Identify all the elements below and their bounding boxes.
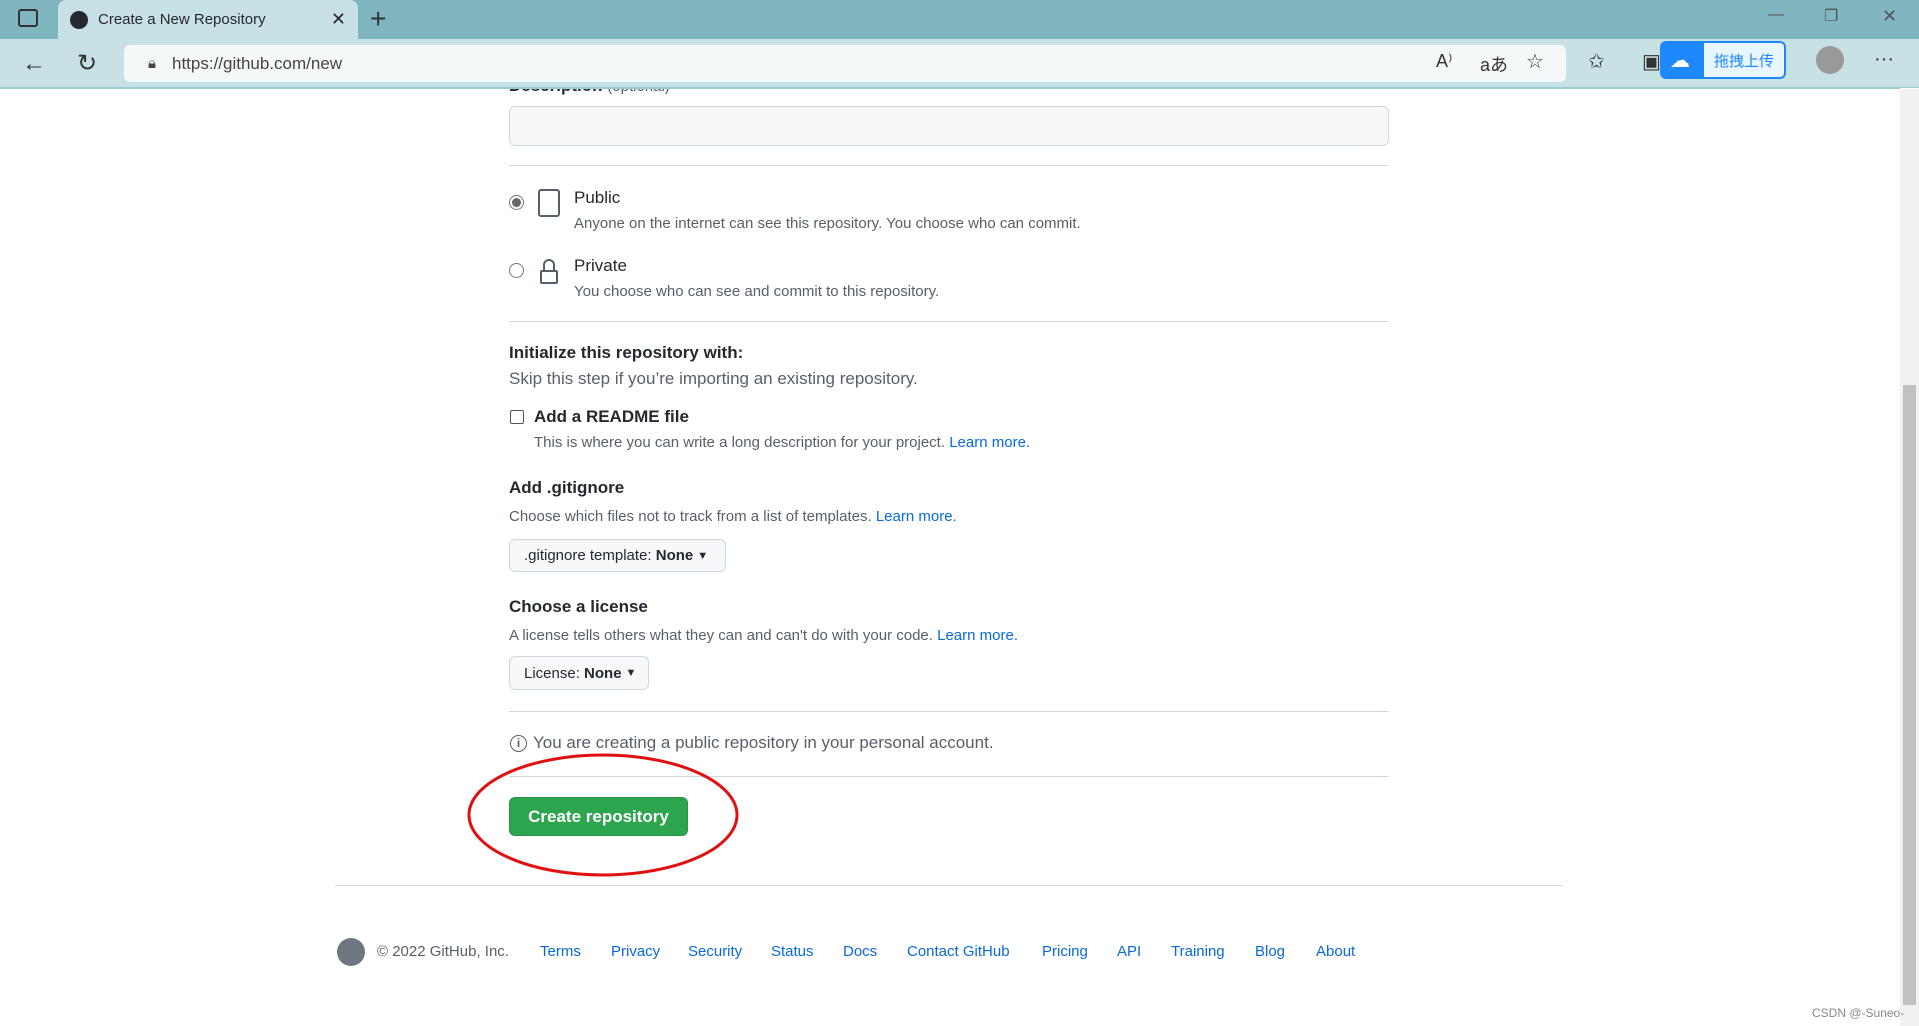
license-description: A license tells others what they can and… xyxy=(509,627,1018,644)
divider xyxy=(509,321,1389,322)
restore-icon[interactable]: ❐ xyxy=(1824,6,1838,26)
new-tab-icon[interactable]: + xyxy=(370,3,386,35)
upload-label: 拖拽上传 xyxy=(1704,43,1784,77)
back-icon[interactable]: ← xyxy=(22,50,46,78)
close-tab-icon[interactable]: ✕ xyxy=(331,9,346,30)
private-radio[interactable] xyxy=(509,263,524,278)
address-bar[interactable]: 🔒︎ https://github.com/new xyxy=(124,45,1566,82)
github-logo-icon[interactable] xyxy=(337,938,365,966)
lock-icon: 🔒︎ xyxy=(148,55,156,72)
tab-title: Create a New Repository xyxy=(98,11,266,28)
footer-link-terms[interactable]: Terms xyxy=(540,943,581,960)
public-description: Anyone on the internet can see this repo… xyxy=(574,215,1081,232)
lock-icon xyxy=(540,259,558,285)
caret-down-icon: ▼ xyxy=(697,549,709,562)
footer-link-status[interactable]: Status xyxy=(771,943,814,960)
footer-link-blog[interactable]: Blog xyxy=(1255,943,1285,960)
annotation-ellipse xyxy=(467,753,739,877)
scrollbar-thumb[interactable] xyxy=(1903,385,1916,1005)
footer-link-pricing[interactable]: Pricing xyxy=(1042,943,1088,960)
repo-icon xyxy=(538,189,560,217)
license-learn-more-link[interactable]: Learn more. xyxy=(937,627,1018,644)
divider xyxy=(509,711,1389,712)
gitignore-dropdown[interactable]: .gitignore template: None ▼ xyxy=(509,539,726,572)
url-text[interactable]: https://github.com/new xyxy=(172,54,342,74)
gitignore-description: Choose which files not to track from a l… xyxy=(509,508,957,525)
license-dropdown[interactable]: License: None ▼ xyxy=(509,656,649,690)
browser-tab[interactable]: Create a New Repository ✕ xyxy=(58,0,358,39)
footer-link-security[interactable]: Security xyxy=(688,943,742,960)
private-description: You choose who can see and commit to thi… xyxy=(574,283,940,300)
public-radio[interactable] xyxy=(509,195,524,210)
init-subtitle: Skip this step if you’re importing an ex… xyxy=(509,369,918,388)
watermark: CSDN @-Suneo- xyxy=(1812,1006,1905,1020)
sidebar-toggle-icon[interactable] xyxy=(18,9,38,27)
init-title: Initialize this repository with: xyxy=(509,343,744,362)
footer-link-api[interactable]: API xyxy=(1117,943,1141,960)
more-menu-icon[interactable]: ··· xyxy=(1874,48,1894,71)
gitignore-title: Add .gitignore xyxy=(509,478,625,497)
minimize-icon[interactable]: — xyxy=(1768,6,1784,24)
footer-link-docs[interactable]: Docs xyxy=(843,943,877,960)
favorites-icon[interactable]: ✩ xyxy=(1588,49,1605,74)
window-close-icon[interactable]: ✕ xyxy=(1882,6,1897,27)
profile-avatar[interactable] xyxy=(1816,46,1844,74)
footer-link-about[interactable]: About xyxy=(1316,943,1355,960)
gitignore-learn-more-link[interactable]: Learn more. xyxy=(876,508,957,525)
footer-copyright: © 2022 GitHub, Inc. xyxy=(377,943,509,960)
description-input[interactable] xyxy=(509,106,1389,146)
refresh-icon[interactable]: ↻ xyxy=(77,49,97,78)
read-aloud-icon[interactable]: A⁾ xyxy=(1436,51,1452,72)
divider xyxy=(509,165,1389,166)
upload-widget[interactable]: ☁ 拖拽上传 xyxy=(1660,41,1786,79)
readme-learn-more-link[interactable]: Learn more. xyxy=(949,434,1030,451)
footer-link-training[interactable]: Training xyxy=(1171,943,1225,960)
footer-link-privacy[interactable]: Privacy xyxy=(611,943,660,960)
caret-down-icon: ▼ xyxy=(625,667,637,679)
public-label[interactable]: Public xyxy=(574,188,620,208)
footer-divider xyxy=(335,885,1562,886)
add-favorite-icon[interactable]: ☆ xyxy=(1526,49,1544,74)
readme-description: This is where you can write a long descr… xyxy=(534,434,1031,451)
cloud-icon: ☁ xyxy=(1670,49,1690,72)
collections-icon[interactable]: ▣ xyxy=(1642,49,1661,74)
readme-checkbox[interactable] xyxy=(510,410,524,424)
github-favicon-icon xyxy=(70,10,88,29)
footer-link-contact[interactable]: Contact GitHub xyxy=(907,943,1010,960)
readme-label[interactable]: Add a README file xyxy=(534,407,689,427)
private-label[interactable]: Private xyxy=(574,256,627,276)
scrollbar[interactable] xyxy=(1900,89,1919,1026)
translate-icon[interactable]: aあ xyxy=(1480,51,1508,77)
license-title: Choose a license xyxy=(509,597,648,616)
